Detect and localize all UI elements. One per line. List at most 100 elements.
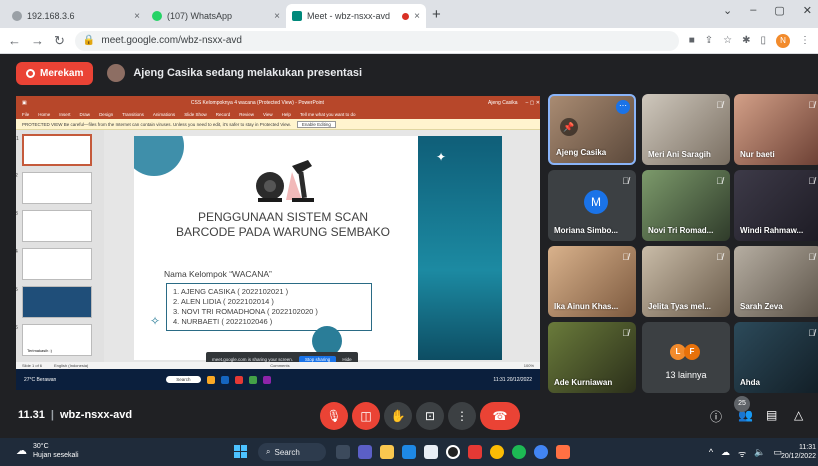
slide-thumbnails: 1 2 3 4 5 6 Terimakasih :) (16, 130, 104, 362)
whatsapp-icon (152, 11, 162, 21)
powerpoint-icon (234, 375, 243, 384)
teams-icon[interactable] (358, 445, 372, 459)
windows-start-icon[interactable] (234, 445, 248, 459)
folder-icon (206, 375, 215, 384)
volume-icon[interactable]: 🔈 (754, 447, 765, 460)
ribbon-tab: Animations (152, 112, 176, 117)
back-icon[interactable]: ← (8, 33, 21, 48)
taskbar-search[interactable]: ⌕ Search (258, 443, 326, 461)
file-explorer-icon[interactable] (380, 445, 394, 459)
mic-off-icon: 🎙̸ (808, 252, 815, 262)
spotify-icon[interactable] (512, 445, 526, 459)
more-participants-label: 13 lainnya (665, 370, 707, 380)
close-tab-icon[interactable]: × (134, 11, 140, 22)
bookmark-star-icon[interactable]: ☆ (723, 35, 732, 46)
edge-icon[interactable] (402, 445, 416, 459)
meeting-info: 11.31 | wbz-nsxx-avd (18, 409, 133, 421)
search-icon: ⌕ (266, 447, 271, 456)
chrome-icon[interactable] (490, 445, 504, 459)
participant-tile[interactable]: 🎙̸ Ahda (734, 322, 818, 393)
sparkle-icon: ✧ (150, 314, 161, 328)
slide-thumbnail: 3 (16, 210, 92, 242)
save-icon: ▣ (22, 100, 27, 106)
address-field[interactable]: 🔒 meet.google.com/wbz-nsxx-avd (74, 30, 679, 51)
chevron-up-icon[interactable]: ^ (709, 447, 713, 460)
member-list: 1. AJENG CASIKA ( 2022102021 ) 2. ALEN L… (166, 283, 372, 331)
participant-tile[interactable]: 🎙̸ Sarah Zeva (734, 246, 818, 317)
close-tab-icon[interactable]: × (274, 11, 280, 22)
slide-decoration-panel (418, 136, 502, 360)
slide-number: 6 (16, 325, 18, 331)
ribbon-tab: View (262, 112, 273, 117)
more-participants-tile[interactable]: L F 13 lainnya (642, 322, 730, 393)
record-icon (26, 68, 35, 78)
participant-tile[interactable]: 🎙̸ Nur baeti (734, 94, 818, 165)
new-tab-button[interactable]: + (432, 4, 441, 28)
ppt-body: 1 2 3 4 5 6 Terimakasih :) ✦ PENGGUNAAN … (16, 130, 540, 362)
participant-name: Windi Rahmaw... (740, 226, 804, 235)
taskbar-clock[interactable]: 11:31 20/12/2022 (781, 443, 816, 461)
ppt-status-bar: Slide 1 of 6 English (Indonesia) Comment… (16, 362, 540, 369)
participant-tile[interactable]: 🎙̸ Jelita Tyas mel... (642, 246, 730, 317)
menu-icon[interactable]: ⋮ (800, 35, 810, 46)
pin-icon[interactable]: 📌 (560, 118, 578, 136)
more-options-icon[interactable]: ⋯ (616, 100, 630, 114)
wifi-icon[interactable]: ᯤ (738, 447, 746, 460)
forward-icon[interactable]: → (31, 33, 44, 48)
close-window-button[interactable]: ✕ (803, 4, 812, 17)
participant-name: Nur baeti (740, 150, 775, 159)
ribbon-tab: Insert (59, 112, 71, 117)
maximize-button[interactable]: ▢ (774, 4, 784, 17)
participant-tile[interactable]: 🎙̸ Meri Ani Saragih (642, 94, 730, 165)
slide-number: 3 (16, 211, 18, 217)
present-button[interactable]: ⊡ (416, 402, 444, 430)
extensions-icon[interactable]: ✱ (742, 35, 750, 46)
tab-search-icon[interactable]: ⌄ (723, 4, 732, 17)
chat-icon[interactable]: ▤ (766, 408, 777, 422)
app-icon (262, 375, 271, 384)
more-options-button[interactable]: ⋮ (448, 402, 476, 430)
minimize-button[interactable]: – (750, 4, 756, 17)
meeting-details-icon[interactable]: ⓘ (710, 408, 722, 425)
task-view-icon[interactable] (336, 445, 350, 459)
store-icon[interactable] (424, 445, 438, 459)
tab-192-168-3-6[interactable]: 192.168.3.6 × (6, 4, 146, 28)
more-vert-icon: ⋮ (456, 409, 468, 423)
participant-tile[interactable]: 🎙̸ Windi Rahmaw... (734, 170, 818, 241)
protected-view-message: PROTECTED VIEW Be careful—files from the… (22, 121, 291, 127)
participant-tile[interactable]: 🎙̸ M Moriana Simbo... (548, 170, 636, 241)
mic-toggle-button[interactable]: 🎙 (320, 402, 348, 430)
thumbnail-label: Terimakasih :) (25, 348, 54, 353)
participant-tile[interactable]: ⋯ 📌 Ajeng Casika (548, 94, 636, 165)
tab-meet[interactable]: Meet - wbz-nsxx-avd × (286, 4, 426, 28)
shared-date: 20/12/2022 (506, 376, 532, 383)
activities-icon[interactable]: △ (794, 408, 803, 422)
obs-icon[interactable] (446, 445, 460, 459)
recording-button[interactable]: Merekam (16, 61, 94, 85)
camera-icon[interactable]: ■ (689, 35, 695, 46)
reload-icon[interactable]: ↻ (54, 33, 65, 49)
tab-whatsapp[interactable]: (107) WhatsApp × (146, 4, 286, 28)
office-icon[interactable] (468, 445, 482, 459)
participant-tile[interactable]: 🎙̸ Ika Ainun Khas... (548, 246, 636, 317)
leave-call-button[interactable]: ☎ (480, 402, 520, 430)
raise-hand-button[interactable]: ✋ (384, 402, 412, 430)
weather-widget[interactable]: ☁ 30°C Hujan sesekali (16, 442, 79, 460)
participant-tile[interactable]: 🎙̸ Ade Kurniawan (548, 322, 636, 393)
ppt-title-bar: ▣ CSS Kelompoknya 4 wacana (Protected Vi… (16, 96, 540, 110)
ribbon-tab: Transitions (122, 112, 144, 117)
recording-dot-icon (402, 12, 410, 20)
profile-avatar[interactable]: N (776, 33, 790, 48)
chrome-active-icon[interactable] (534, 445, 548, 459)
ppt-ribbon: File Home Insert Draw Design Transitions… (16, 110, 540, 119)
sidebar-icon[interactable]: ▯ (760, 35, 766, 46)
participant-tile[interactable]: 🎙̸ Novi Tri Romad... (642, 170, 730, 241)
close-tab-icon[interactable]: × (414, 11, 420, 22)
participant-name: Ika Ainun Khas... (554, 302, 619, 311)
share-icon[interactable]: ⇪ (705, 35, 713, 46)
app-icon[interactable] (556, 445, 570, 459)
hang-up-icon: ☎ (492, 409, 508, 423)
meet-top-bar: Merekam Ajeng Casika sedang melakukan pr… (0, 54, 818, 92)
cloud-icon[interactable]: ☁ (721, 447, 730, 460)
camera-toggle-button[interactable]: ◫ (352, 402, 380, 430)
